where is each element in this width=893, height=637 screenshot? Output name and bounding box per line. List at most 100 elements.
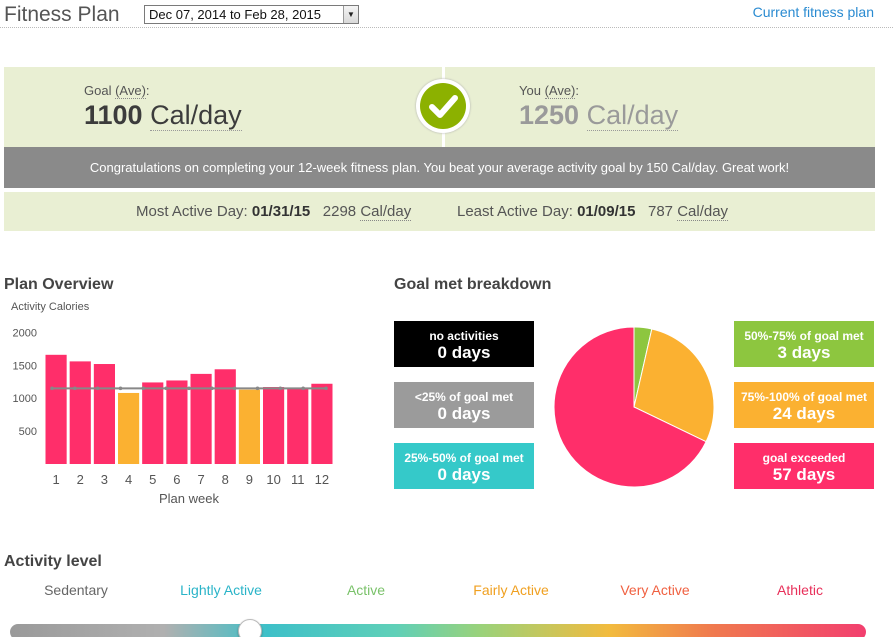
checkmark-icon [429,95,458,118]
activity-level-title: Activity level [4,553,102,570]
bar-week-6[interactable] [166,380,188,464]
x-tick-label: 1 [52,472,59,487]
goal-met-box: no activities 0 days [394,321,534,367]
y-tick-label: 2000 [13,327,37,339]
header: Fitness Plan Dec 07, 2014 to Feb 28, 201… [0,0,893,28]
bar-week-8[interactable] [214,369,236,464]
goal-met-box: 50%-75% of goal met 3 days [734,321,874,367]
you-unit[interactable]: Cal/day [586,100,679,131]
goal-met-box-label: no activities [429,329,499,343]
goal-met-box-label: 75%-100% of goal met [740,390,868,404]
you-value: 1250 [519,100,580,130]
goal-met-box: goal exceeded 57 days [734,443,874,489]
goal-met-box-label: 50%-75% of goal met [744,329,864,343]
goal-ave-label[interactable]: (Ave) [115,83,146,99]
least-active-day: Least Active Day: 01/09/15 787 Cal/day [457,203,729,221]
goal-line-dot [73,386,77,391]
x-tick-label: 4 [125,472,132,487]
y-tick-label: 1500 [13,360,37,372]
goal-line-dot [118,386,123,391]
x-tick-label: 9 [246,472,253,487]
goal-line-dot [95,386,100,391]
bar-week-11[interactable] [287,388,309,464]
bar-week-5[interactable] [142,382,164,464]
least-active-value: 787 [647,203,674,220]
goal-panel: Goal (Ave): 1100 Cal/day You (Ave): 1250… [4,67,875,147]
date-range-select[interactable]: Dec 07, 2014 to Feb 28, 2015 ▼ [144,5,359,24]
x-tick-label: 3 [101,472,108,487]
plan-overview-chart: Activity Calories 500 1000 1500 2000 1 2 3 4 5 6 7 8… [0,296,345,512]
activity-level-label: Active [346,582,386,598]
goal-line-dot [187,386,191,391]
date-range-value: Dec 07, 2014 to Feb 28, 2015 [149,7,322,22]
goal-line-dot [164,386,168,391]
plan-overview-title: Plan Overview [4,276,114,293]
goal-met-box-days: 0 days [437,465,491,484]
x-tick-label: 6 [173,472,180,487]
activity-level-track[interactable] [10,624,866,637]
goal-met-box-days: 24 days [772,404,836,423]
most-active-date: 01/31/15 [251,203,311,220]
goal-line-dot [232,386,237,391]
goal-average: Goal (Ave): 1100 Cal/day [84,83,242,131]
goal-line-dot [301,386,305,391]
goal-met-box-label: 25%-50% of goal met [404,451,524,465]
goal-met-box-days: 3 days [777,343,831,362]
x-tick-label: 12 [315,472,329,487]
bar-week-2[interactable] [69,361,91,464]
bar-week-12[interactable] [311,383,333,464]
you-ave-label[interactable]: (Ave) [544,83,576,99]
goal-line-dot [210,386,214,391]
goal-line-dot [255,386,260,391]
goal-met-pie [553,326,715,488]
bar-week-10[interactable] [263,387,285,464]
goal-met-box: 75%-100% of goal met 24 days [734,382,874,428]
activity-level-label: Lightly Active [180,582,262,598]
goal-met-box-days: 0 days [437,404,491,423]
y-tick-label: 1000 [13,393,37,405]
activity-level-slider-handle[interactable] [237,619,262,637]
dropdown-arrow-icon[interactable]: ▼ [343,6,358,23]
most-active-day: Most Active Day: 01/31/15 2298 Cal/day [136,203,412,221]
congratulations-banner: Congratulations on completing your 12-we… [4,147,875,188]
activity-level-label: Athletic [777,582,823,598]
goal-value: 1100 [84,100,143,130]
least-active-date: 01/09/15 [577,203,636,220]
activity-level-label: Fairly Active [473,582,549,598]
x-tick-label: 7 [197,472,204,487]
x-tick-label: 8 [222,472,229,487]
bar-week-9[interactable] [238,389,260,464]
page-title: Fitness Plan [4,3,120,26]
goal-met-box: 25%-50% of goal met 0 days [394,443,534,489]
x-tick-label: 5 [149,472,156,487]
x-tick-label: 11 [291,472,305,487]
x-tick-label: 2 [77,472,84,487]
x-axis-label: Plan week [159,491,219,506]
goal-met-pie-svg [553,326,715,488]
goal-line-dot [324,386,328,391]
goal-label: Goal [84,83,112,98]
goal-met-breakdown-title: Goal met breakdown [394,276,552,293]
goal-met-box-days: 57 days [772,465,836,484]
goal-met-box-label: goal exceeded [762,451,846,465]
most-active-value: 2298 [322,203,357,220]
y-tick-label: 500 [19,426,37,438]
goal-met-box-label: <25% of goal met [414,390,514,404]
x-tick-label: 10 [266,472,280,487]
goal-met-badge [416,79,470,133]
plan-overview-svg: Activity Calories5001000150020001 2 3 4 5 6 7 8… [11,301,333,506]
goal-met-box-days: 0 days [437,343,491,362]
current-fitness-plan-link[interactable]: Current fitness plan [753,4,874,20]
you-average: You (Ave): 1250 Cal/day [519,83,679,131]
goal-unit[interactable]: Cal/day [150,100,242,131]
bar-week-3[interactable] [93,364,115,464]
goal-line-dot [50,386,54,391]
activity-level-label: Sedentary [44,582,108,598]
activity-level-label: Very Active [620,582,690,598]
bar-week-4[interactable] [118,392,140,464]
goal-met-box: <25% of goal met 0 days [394,382,534,428]
bar-week-1[interactable] [45,354,67,464]
goal-line-dot [278,386,283,391]
active-days-panel: Most Active Day: 01/31/15 2298 Cal/day L… [4,192,875,231]
goal-line-dot [141,386,146,391]
